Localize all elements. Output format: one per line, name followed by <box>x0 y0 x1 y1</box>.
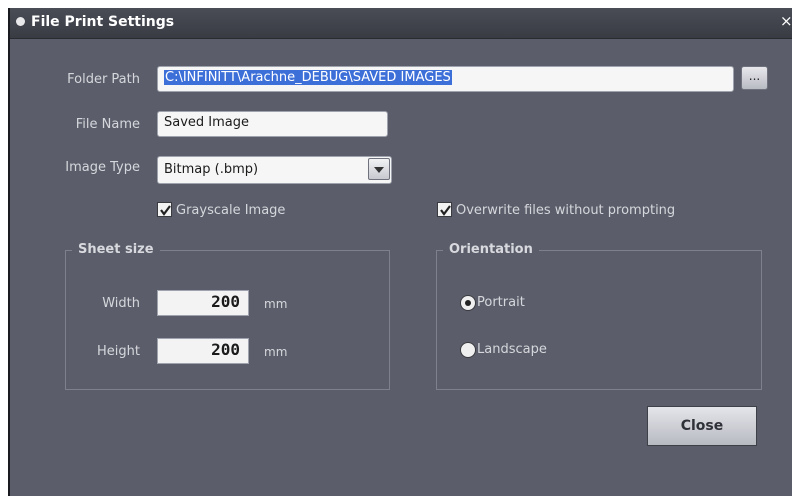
file-name-label: File Name <box>75 117 140 132</box>
landscape-label[interactable]: Landscape <box>477 342 547 357</box>
orientation-title: Orientation <box>443 242 539 257</box>
width-input[interactable]: 200 <box>157 290 249 316</box>
sheet-size-title: Sheet size <box>72 242 160 257</box>
orientation-group <box>436 250 762 390</box>
image-type-dropdown-button[interactable] <box>368 158 390 180</box>
window-bullet-icon <box>16 17 25 26</box>
height-input[interactable]: 200 <box>157 338 249 364</box>
checkmark-icon <box>160 205 171 216</box>
window-title: File Print Settings <box>31 14 175 30</box>
overwrite-checkbox[interactable] <box>437 202 452 217</box>
sheet-size-group <box>65 250 390 390</box>
image-type-value: Bitmap (.bmp) <box>164 162 259 177</box>
portrait-radio[interactable] <box>460 295 476 311</box>
file-name-field[interactable]: Saved Image <box>157 111 388 137</box>
grayscale-checkbox[interactable] <box>157 202 172 217</box>
title-bar[interactable]: File Print Settings × <box>10 8 792 39</box>
height-unit: mm <box>264 345 288 359</box>
portrait-label[interactable]: Portrait <box>477 295 525 310</box>
checkmark-icon <box>440 205 451 216</box>
landscape-radio[interactable] <box>460 342 476 358</box>
folder-path-label: Folder Path <box>67 72 140 87</box>
image-type-label: Image Type <box>65 160 140 175</box>
width-unit: mm <box>264 297 288 311</box>
folder-path-value: C:\INFINITT\Arachne_DEBUG\SAVED IMAGES <box>164 70 452 85</box>
folder-path-field[interactable]: C:\INFINITT\Arachne_DEBUG\SAVED IMAGES <box>157 66 734 92</box>
radio-selected-dot <box>465 300 471 306</box>
file-print-settings-dialog: File Print Settings × Folder Path C:\INF… <box>8 8 792 496</box>
browse-button[interactable]: ... <box>741 66 768 90</box>
width-label: Width <box>102 296 140 311</box>
close-button[interactable]: Close <box>647 406 757 446</box>
height-label: Height <box>97 344 140 359</box>
overwrite-label[interactable]: Overwrite files without prompting <box>456 203 675 218</box>
chevron-down-icon <box>374 167 384 173</box>
image-type-select[interactable]: Bitmap (.bmp) <box>157 156 392 184</box>
grayscale-label[interactable]: Grayscale Image <box>176 203 285 218</box>
close-icon[interactable]: × <box>780 12 792 30</box>
